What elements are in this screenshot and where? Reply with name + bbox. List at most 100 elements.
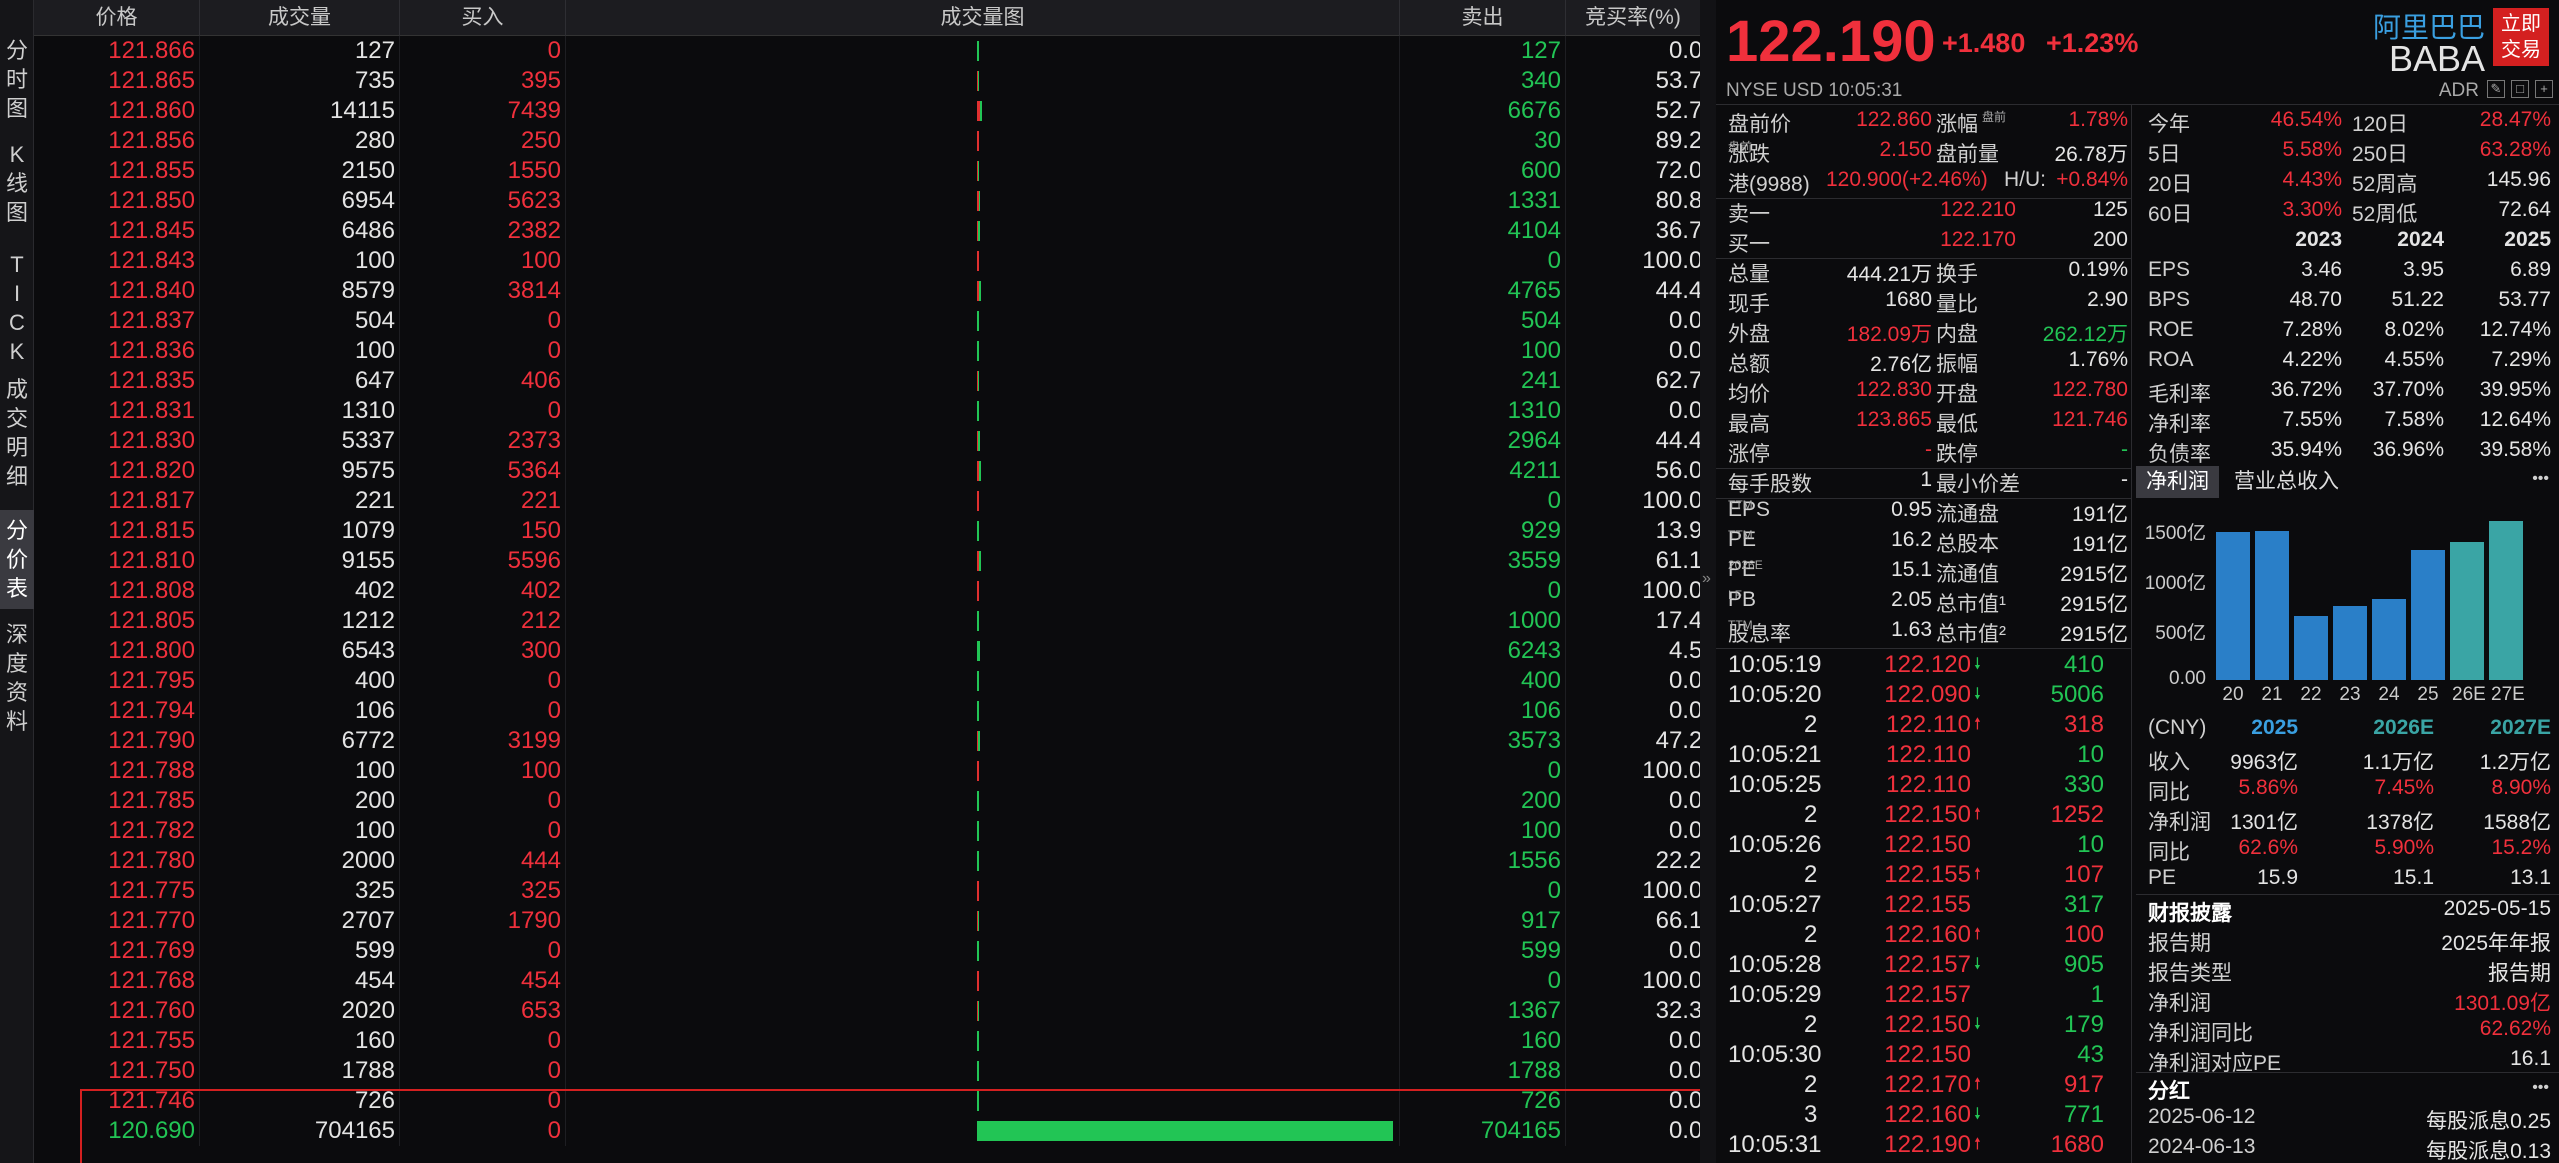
tick-time: 10:05:26 (1728, 831, 1822, 858)
row-volume: 6954 (200, 186, 400, 216)
table-row[interactable]: 121.8172212210100.000 (34, 486, 1700, 516)
sell-bar (977, 941, 979, 961)
fin-value: 7.58% (2384, 408, 2444, 431)
tick-qty: 330 (2063, 771, 2104, 798)
table-row[interactable]: 121.8051212212 100017.492 (34, 606, 1700, 636)
edit-icon[interactable]: ✎ (2487, 80, 2505, 98)
table-row[interactable]: 121.79067723199 357347.239 (34, 726, 1700, 756)
table-row[interactable]: 121.84564862382 410436.725 (34, 216, 1700, 246)
chart-bar[interactable] (2294, 616, 2328, 680)
more-icon[interactable]: ••• (2532, 470, 2549, 488)
tick-row: 10:05:27 122.155 317 (1716, 890, 2126, 920)
row-volume-bar (566, 246, 1400, 276)
col-sell-header[interactable]: 卖出 (1400, 0, 1566, 36)
col-buy-header[interactable]: 买入 (400, 0, 566, 36)
table-row[interactable]: 121.77027071790 91766.125 (34, 906, 1700, 936)
table-row[interactable]: 121.86612701270.000 (34, 36, 1700, 66)
window-icon[interactable]: □ (2511, 80, 2529, 98)
table-row[interactable]: 121.860141157439 667652.703 (34, 96, 1700, 126)
chart-bar[interactable] (2489, 521, 2523, 680)
sell-bar (977, 851, 979, 871)
fin-value: 4.22% (2282, 348, 2342, 371)
table-row[interactable]: 121.78520002000.000 (34, 786, 1700, 816)
table-row[interactable]: 121.8084024020100.000 (34, 576, 1700, 606)
side-tab-5[interactable]: 深 度 资 料 (0, 620, 34, 736)
row-price: 121.831 (34, 396, 200, 426)
table-row[interactable]: 121.81091555596 355961.125 (34, 546, 1700, 576)
row-price: 121.800 (34, 636, 200, 666)
table-row[interactable]: 121.7802000444 155622.200 (34, 846, 1700, 876)
panel-collapse-toggle[interactable]: » (1700, 0, 1716, 1163)
side-tab-0[interactable]: 分 时 图 (0, 36, 34, 123)
stat-label: 买一 (1728, 233, 1770, 256)
table-row[interactable]: 121.7602020653 136732.327 (34, 996, 1700, 1026)
chart-bar[interactable] (2450, 542, 2484, 680)
arrow-down-icon: 🠗 (1974, 686, 1981, 703)
more-icon[interactable]: ••• (2532, 1079, 2549, 1097)
table-row[interactable]: 121.79410601060.000 (34, 696, 1700, 726)
fin-value: 7.55% (2282, 408, 2342, 431)
fin-label: BPS (2148, 288, 2191, 311)
chart-bar[interactable] (2411, 549, 2445, 680)
add-icon[interactable]: + (2535, 80, 2553, 98)
table-row[interactable]: 121.84085793814 476544.457 (34, 276, 1700, 306)
col-volume-header[interactable]: 成交量 (200, 0, 400, 36)
side-tab-4[interactable]: 分 价 表 (0, 510, 34, 609)
double-chevron-icon: » (1702, 570, 1711, 587)
side-tab-1[interactable]: K 线 图 (0, 140, 34, 227)
fin-value: 36.72% (2270, 378, 2342, 401)
row-buy: 1550 (400, 156, 566, 186)
table-row[interactable]: 121.79540004000.000 (34, 666, 1700, 696)
tick-qty: 1 (2090, 981, 2104, 1008)
table-row[interactable]: 121.7501788017880.000 (34, 1056, 1700, 1086)
row-volume-bar (566, 666, 1400, 696)
chart-bar[interactable] (2216, 532, 2250, 680)
table-row[interactable]: 121.8151079150 92913.902 (34, 516, 1700, 546)
table-row[interactable]: 121.76959905990.000 (34, 936, 1700, 966)
col-ratio-header[interactable]: 竞买率(%) (1566, 0, 1700, 36)
table-row[interactable]: 121.7753253250100.000 (34, 876, 1700, 906)
buy-bar (977, 131, 979, 151)
forecast-value: 1378亿 (2366, 811, 2434, 834)
row-volume-bar (566, 936, 1400, 966)
table-row[interactable]: 121.74672607260.000 (34, 1086, 1700, 1116)
chart-tab-1[interactable]: 营业总收入 (2224, 466, 2349, 498)
price-change-pct: +1.23% (2046, 28, 2139, 58)
row-sell: 0 (1400, 246, 1566, 276)
chart-bar[interactable] (2333, 606, 2367, 680)
x-tick: 24 (2378, 684, 2400, 705)
row-volume-bar (566, 726, 1400, 756)
row-volume-bar (566, 606, 1400, 636)
table-row[interactable]: 121.8431001000100.000 (34, 246, 1700, 276)
table-row[interactable]: 121.83750405040.000 (34, 306, 1700, 336)
side-tab-3[interactable]: 成 交 明 细 (0, 375, 34, 491)
table-row[interactable]: 121.85521501550 60072.093 (34, 156, 1700, 186)
table-row[interactable]: 121.85069545623 133180.860 (34, 186, 1700, 216)
table-row[interactable]: 121.83053372373 296444.463 (34, 426, 1700, 456)
table-row[interactable]: 121.8006543300 62434.585 (34, 636, 1700, 666)
chart-bar[interactable] (2372, 599, 2406, 680)
table-row[interactable]: 121.856280250 3089.286 (34, 126, 1700, 156)
table-row[interactable]: 121.82095755364 421156.021 (34, 456, 1700, 486)
table-row[interactable]: 121.7684544540100.000 (34, 966, 1700, 996)
tick-qty: 317 (2063, 891, 2104, 918)
tick-row: 2 122.170 🠕 917 (1716, 1070, 2126, 1100)
table-row[interactable]: 121.835647406 24162.751 (34, 366, 1700, 396)
table-row[interactable]: 121.75516001600.000 (34, 1026, 1700, 1056)
table-row[interactable]: 120.69070416507041650.000 (34, 1116, 1700, 1146)
table-row[interactable]: 121.7881001000100.000 (34, 756, 1700, 786)
side-tab-2[interactable]: T I C K (0, 250, 34, 366)
table-row[interactable]: 121.8311310013100.000 (34, 396, 1700, 426)
row-price: 121.843 (34, 246, 200, 276)
row-buy: 250 (400, 126, 566, 156)
tick-price: 122.170 (1884, 1071, 1971, 1098)
table-row[interactable]: 121.83610001000.000 (34, 336, 1700, 366)
x-tick: 25 (2417, 684, 2439, 705)
table-row[interactable]: 121.865735395 34053.741 (34, 66, 1700, 96)
trade-now-button[interactable]: 立即 交易 (2493, 8, 2549, 66)
col-price-header[interactable]: 价格 (34, 0, 200, 36)
chart-tab-0[interactable]: 净利润 (2136, 466, 2219, 498)
table-row[interactable]: 121.78210001000.000 (34, 816, 1700, 846)
tick-row: 10:05:21 122.110 10 (1716, 740, 2126, 770)
chart-bar[interactable] (2255, 531, 2289, 680)
